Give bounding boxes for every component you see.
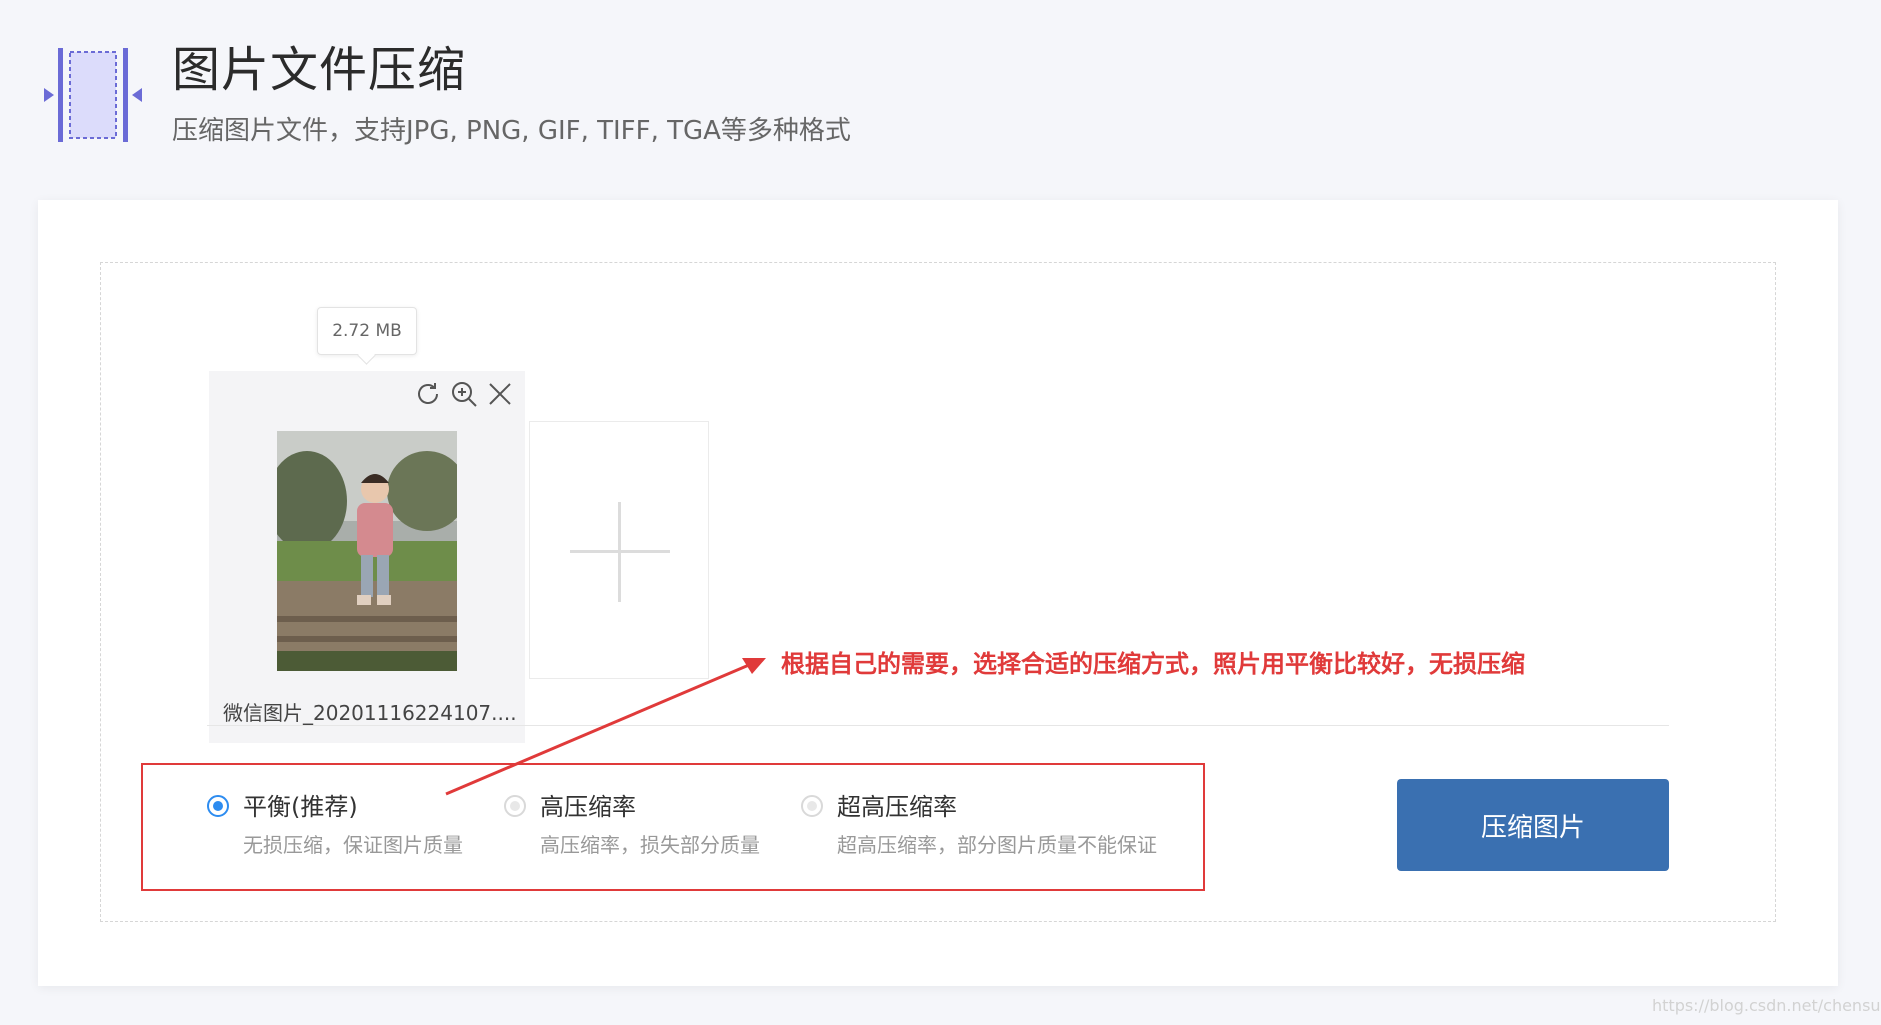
option-desc: 高压缩率，损失部分质量 [540, 833, 760, 857]
option-label: 超高压缩率 [837, 793, 957, 821]
upload-dropzone[interactable]: 微信图片_20201116224107.... 2.72 MB 平衡(推荐) 无… [100, 262, 1776, 922]
compress-panel: 微信图片_20201116224107.... 2.72 MB 平衡(推荐) 无… [38, 200, 1838, 986]
file-name: 微信图片_20201116224107.... [223, 701, 517, 725]
watermark: https://blog.csdn.net/chensuper [1652, 996, 1881, 1015]
compress-logo-icon [40, 48, 146, 142]
annotation-highlight-box [141, 763, 1205, 891]
option-desc: 超高压缩率，部分图片质量不能保证 [837, 833, 1157, 857]
option-label: 平衡(推荐) [243, 793, 358, 821]
file-size-tooltip: 2.72 MB [317, 307, 417, 355]
radio-ultra-compression[interactable] [801, 795, 823, 817]
rotate-icon[interactable] [413, 379, 443, 409]
file-card: 微信图片_20201116224107.... [209, 371, 525, 743]
divider [207, 725, 1669, 726]
option-label: 高压缩率 [540, 793, 636, 821]
compress-button[interactable]: 压缩图片 [1397, 779, 1669, 871]
file-actions [413, 379, 515, 409]
close-icon[interactable] [485, 379, 515, 409]
add-image-button[interactable] [529, 421, 709, 679]
page-subtitle: 压缩图片文件，支持JPG, PNG, GIF, TIFF, TGA等多种格式 [172, 116, 851, 146]
option-desc: 无损压缩，保证图片质量 [243, 833, 463, 857]
radio-balanced[interactable] [207, 795, 229, 817]
page-title: 图片文件压缩 [172, 42, 467, 98]
annotation-text: 根据自己的需要，选择合适的压缩方式，照片用平衡比较好，无损压缩 [781, 650, 1525, 678]
radio-high-compression[interactable] [504, 795, 526, 817]
image-thumbnail[interactable] [277, 431, 457, 671]
zoom-in-icon[interactable] [449, 379, 479, 409]
